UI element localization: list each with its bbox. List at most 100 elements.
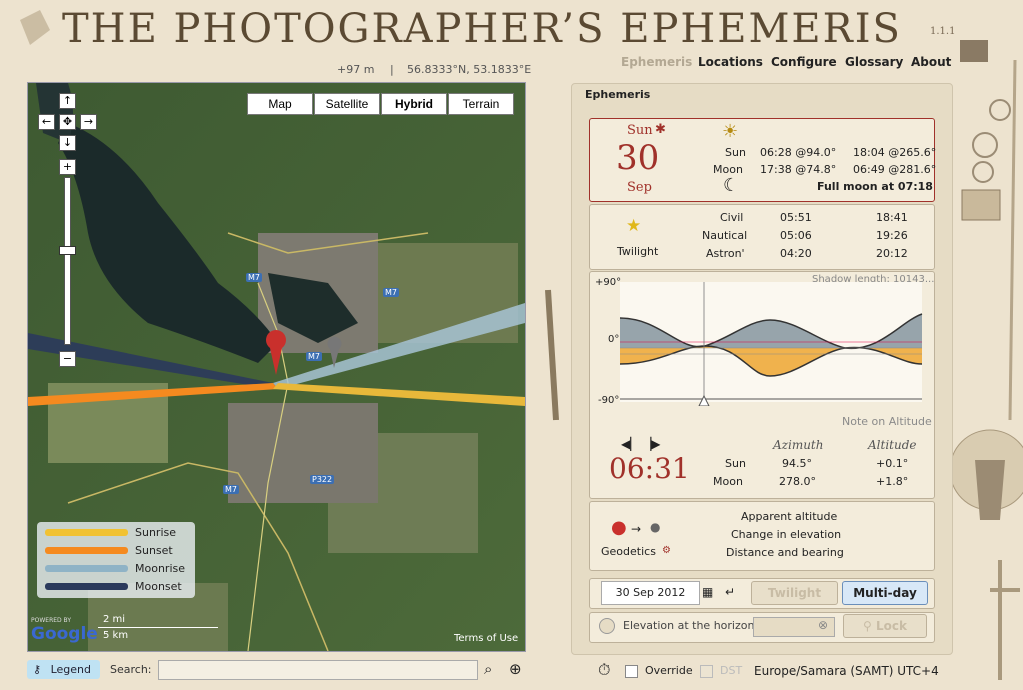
legend-sunset-line bbox=[45, 547, 128, 554]
pan-left-icon[interactable]: ← bbox=[38, 114, 55, 130]
override-checkbox[interactable] bbox=[625, 665, 638, 678]
twilight-nautical-pm: 19:26 bbox=[876, 229, 908, 242]
y-bottom-label: -90° bbox=[598, 395, 620, 406]
altitude-header: Altitude bbox=[868, 438, 917, 452]
lock-button-label: Lock bbox=[875, 619, 907, 633]
geodetics-distance-bearing: Distance and bearing bbox=[726, 546, 844, 559]
scale-km: 5 km bbox=[103, 630, 129, 641]
maptype-map[interactable]: Map bbox=[247, 93, 313, 115]
twilight-astron-label: Astron' bbox=[706, 247, 745, 260]
y-top-label: +90° bbox=[595, 277, 622, 288]
multi-day-button[interactable]: Multi-day bbox=[842, 581, 928, 605]
arrow-right-icon: → bbox=[631, 522, 642, 536]
maptype-terrain[interactable]: Terrain bbox=[448, 93, 514, 115]
road-label: M7 bbox=[246, 273, 262, 282]
road-label: M7 bbox=[306, 352, 322, 361]
powered-by: POWERED BY bbox=[31, 617, 72, 624]
moonrise-value: 17:38 @74.8° bbox=[760, 163, 837, 176]
moon-altitude: +1.8° bbox=[876, 475, 909, 488]
dst-checkbox[interactable] bbox=[700, 665, 713, 678]
twilight-astron-am: 04:20 bbox=[780, 247, 812, 260]
nav-ephemeris[interactable]: Ephemeris bbox=[621, 55, 692, 69]
time-back-icon[interactable]: ◀▏ bbox=[621, 437, 639, 451]
note-on-altitude-link[interactable]: Note on Altitude bbox=[842, 415, 932, 428]
calendar-icon[interactable]: ▦ bbox=[702, 585, 713, 599]
geodetics-target-icon: ● bbox=[650, 520, 661, 534]
twilight-nautical-am: 05:06 bbox=[780, 229, 812, 242]
pan-center-icon[interactable]: ✥ bbox=[59, 114, 76, 130]
twilight-nautical-label: Nautical bbox=[702, 229, 748, 242]
star-icon: ★ bbox=[626, 216, 642, 236]
maptype-satellite[interactable]: Satellite bbox=[314, 93, 380, 115]
coordinates-readout: 56.8333°N, 53.1833°E bbox=[407, 63, 532, 76]
search-input[interactable] bbox=[158, 660, 478, 680]
moon-phase-icon: ☾ bbox=[723, 175, 740, 196]
sun-icon: ☀ bbox=[722, 121, 739, 142]
weekday: Sun bbox=[627, 123, 653, 138]
time-forward-icon[interactable]: ▕▶ bbox=[642, 437, 660, 451]
twilight-label: Twilight bbox=[617, 245, 659, 258]
terms-of-use-link[interactable]: Terms of Use bbox=[454, 633, 518, 644]
sun-azimuth: 94.5° bbox=[782, 457, 812, 470]
month: Sep bbox=[627, 180, 652, 195]
sun-row-label: Sun bbox=[725, 146, 746, 159]
twilight-civil-am: 05:51 bbox=[780, 211, 812, 224]
altitude-chart[interactable] bbox=[620, 282, 924, 406]
legend-sunset-label: Sunset bbox=[135, 544, 173, 557]
maptype-hybrid[interactable]: Hybrid bbox=[381, 93, 447, 115]
elevation-readout: +97 m bbox=[337, 63, 375, 76]
sun-altitude: +0.1° bbox=[876, 457, 909, 470]
google-logo[interactable]: Google bbox=[31, 624, 98, 644]
zoom-slider-handle[interactable] bbox=[59, 246, 76, 255]
pin-icon: ⚲ bbox=[863, 619, 876, 633]
elevation-toggle[interactable] bbox=[599, 618, 615, 634]
dst-label: DST bbox=[720, 664, 743, 677]
twilight-button[interactable]: Twilight bbox=[751, 581, 838, 605]
pan-down-icon[interactable]: ↓ bbox=[59, 135, 76, 151]
legend-sunrise-label: Sunrise bbox=[135, 526, 177, 539]
twilight-astron-pm: 20:12 bbox=[876, 247, 908, 260]
nav-locations[interactable]: Locations bbox=[698, 55, 763, 69]
zoom-out-icon[interactable]: − bbox=[59, 351, 76, 367]
today-icon[interactable]: ↵ bbox=[725, 585, 735, 599]
search-icon[interactable]: ⌕ bbox=[484, 660, 492, 678]
legend-moonrise-label: Moonrise bbox=[135, 562, 185, 575]
moon-azimuth: 278.0° bbox=[779, 475, 816, 488]
timezone-label[interactable]: Europe/Samara (SAMT) UTC+4 bbox=[754, 664, 939, 678]
road-label: M7 bbox=[223, 485, 239, 494]
sun-position-label: Sun bbox=[725, 457, 746, 470]
pan-right-icon[interactable]: → bbox=[80, 114, 97, 130]
moon-phase-text: Full moon at 07:18 bbox=[817, 180, 933, 193]
search-label: Search: bbox=[110, 663, 152, 676]
sunrise-value: 06:28 @94.0° bbox=[760, 146, 837, 159]
stopwatch-icon[interactable]: ⏱ bbox=[598, 660, 610, 680]
geodetics-label: Geodetics bbox=[601, 545, 656, 558]
geodetics-options-icon[interactable]: ⚙ bbox=[662, 545, 671, 556]
legend-button[interactable]: ⚷ Legend bbox=[27, 660, 100, 679]
scale-miles: 2 mi bbox=[103, 614, 126, 625]
nav-glossary[interactable]: Glossary bbox=[845, 55, 903, 69]
road-label: P322 bbox=[310, 475, 335, 484]
moon-position-label: Moon bbox=[713, 475, 743, 488]
zoom-in-icon[interactable]: + bbox=[59, 159, 76, 175]
twilight-civil-label: Civil bbox=[720, 211, 744, 224]
twilight-civil-pm: 18:41 bbox=[876, 211, 908, 224]
day-number: 30 bbox=[616, 138, 660, 178]
scale-bar bbox=[98, 627, 218, 628]
road-label: M7 bbox=[383, 288, 399, 297]
pan-up-icon[interactable]: ↑ bbox=[59, 93, 76, 109]
date-input[interactable]: 30 Sep 2012 bbox=[601, 581, 700, 605]
moonset-value: 06:49 @281.6° bbox=[853, 163, 937, 176]
geodetics-apparent-altitude: Apparent altitude bbox=[741, 510, 838, 523]
legend-moonrise-line bbox=[45, 565, 128, 572]
settings-star-icon[interactable]: ✱ bbox=[655, 122, 666, 137]
lock-button[interactable]: ⚲ Lock bbox=[843, 614, 927, 638]
zoom-slider-track[interactable] bbox=[64, 177, 71, 345]
nav-about[interactable]: About bbox=[911, 55, 951, 69]
app-title: THE PHOTOGRAPHER’S EPHEMERIS bbox=[62, 6, 902, 52]
geodetics-change-elevation: Change in elevation bbox=[731, 528, 842, 541]
separator: | bbox=[390, 63, 394, 76]
nav-configure[interactable]: Configure bbox=[771, 55, 837, 69]
clear-icon[interactable]: ⊗ bbox=[818, 618, 828, 632]
locate-icon[interactable]: ⊕ bbox=[509, 660, 522, 678]
